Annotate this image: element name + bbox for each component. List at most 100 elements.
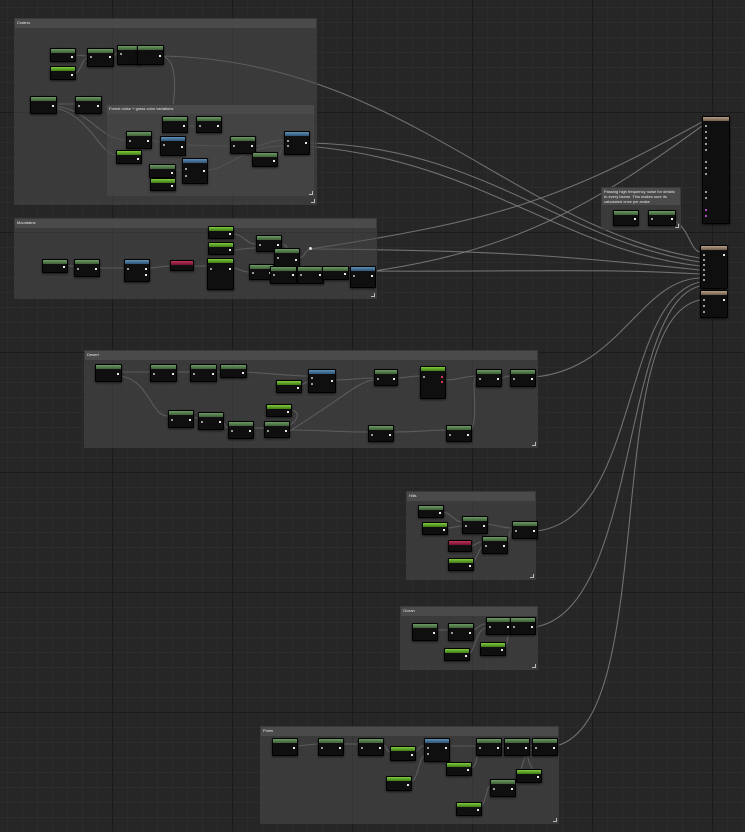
graph-node[interactable] xyxy=(422,522,448,535)
output-pin[interactable] xyxy=(501,649,503,651)
output-pin[interactable] xyxy=(441,376,443,378)
graph-node[interactable] xyxy=(480,642,506,656)
output-pin[interactable] xyxy=(97,105,99,107)
input-pin[interactable] xyxy=(427,747,429,749)
input-pin[interactable] xyxy=(90,56,92,58)
graph-node[interactable] xyxy=(50,66,76,80)
graph-node[interactable] xyxy=(486,617,512,635)
output-pin[interactable] xyxy=(305,142,307,144)
graph-node[interactable] xyxy=(386,776,412,791)
graph-node[interactable] xyxy=(390,746,416,761)
output-pin[interactable] xyxy=(145,274,147,276)
input-pin[interactable] xyxy=(703,279,705,281)
graph-node[interactable] xyxy=(274,248,300,268)
output-pin[interactable] xyxy=(411,754,413,756)
graph-node[interactable] xyxy=(137,45,164,65)
input-pin[interactable] xyxy=(479,378,481,380)
input-pin[interactable] xyxy=(705,137,707,139)
input-pin[interactable] xyxy=(449,434,451,436)
input-pin[interactable] xyxy=(489,626,491,628)
graph-node[interactable] xyxy=(182,158,208,184)
input-pin[interactable] xyxy=(705,125,707,127)
input-pin[interactable] xyxy=(153,373,155,375)
graph-node[interactable] xyxy=(266,404,292,417)
output-pin[interactable] xyxy=(344,273,346,275)
output-pin[interactable] xyxy=(393,378,395,380)
input-pin[interactable] xyxy=(705,149,707,151)
output-pin[interactable] xyxy=(52,105,54,107)
graph-node[interactable] xyxy=(418,505,444,518)
input-pin[interactable] xyxy=(171,419,173,421)
input-pin[interactable] xyxy=(493,788,495,790)
output-pin[interactable] xyxy=(95,268,97,270)
input-pin[interactable] xyxy=(423,376,425,378)
graph-node[interactable] xyxy=(30,96,57,114)
graph-node[interactable] xyxy=(150,364,177,382)
input-pin[interactable] xyxy=(535,747,537,749)
graph-node[interactable] xyxy=(504,738,530,756)
graph-node[interactable] xyxy=(648,210,676,226)
graph-node[interactable] xyxy=(512,521,538,539)
output-pin[interactable] xyxy=(407,784,409,786)
input-pin[interactable] xyxy=(78,105,80,107)
graph-node[interactable] xyxy=(207,258,234,290)
input-pin[interactable] xyxy=(507,747,509,749)
input-pin[interactable] xyxy=(267,430,269,432)
graph-node[interactable] xyxy=(42,259,68,273)
graph-node[interactable] xyxy=(276,380,302,393)
graph-node[interactable] xyxy=(50,48,76,62)
resize-handle[interactable] xyxy=(553,818,557,822)
output-pin[interactable] xyxy=(331,380,333,382)
output-pin[interactable] xyxy=(723,254,725,256)
comment-mountains[interactable]: Mountains xyxy=(14,218,377,299)
output-pin[interactable] xyxy=(497,378,499,380)
input-pin[interactable] xyxy=(287,140,289,142)
output-pin[interactable] xyxy=(287,411,289,413)
input-pin[interactable] xyxy=(703,274,705,276)
output-pin[interactable] xyxy=(109,56,111,58)
input-pin[interactable] xyxy=(300,274,302,276)
output-pin[interactable] xyxy=(671,218,673,220)
graph-node[interactable] xyxy=(424,738,450,762)
graph-node[interactable] xyxy=(516,769,542,783)
graph-node[interactable] xyxy=(297,266,324,284)
graph-node[interactable] xyxy=(368,425,394,442)
graph-node[interactable] xyxy=(220,364,247,378)
output-pin[interactable] xyxy=(503,545,505,547)
output-pin[interactable] xyxy=(389,434,391,436)
output-pin[interactable] xyxy=(433,632,435,634)
graph-node[interactable] xyxy=(228,421,254,439)
resize-handle[interactable] xyxy=(311,199,315,203)
graph-node[interactable] xyxy=(374,369,398,386)
output-pin[interactable] xyxy=(469,632,471,634)
graph-node[interactable] xyxy=(74,259,100,277)
input-pin[interactable] xyxy=(371,434,373,436)
input-pin[interactable] xyxy=(311,377,313,379)
input-pin[interactable] xyxy=(127,268,129,270)
output-pin[interactable] xyxy=(159,55,161,57)
graph-node[interactable] xyxy=(322,266,349,280)
graph-node[interactable] xyxy=(198,412,224,430)
resize-handle[interactable] xyxy=(309,191,313,195)
input-pin[interactable] xyxy=(427,753,429,755)
output-pin[interactable] xyxy=(483,525,485,527)
output-pin[interactable] xyxy=(117,373,119,375)
graph-node[interactable] xyxy=(252,152,278,167)
output-pin[interactable] xyxy=(723,299,725,301)
input-pin[interactable] xyxy=(465,525,467,527)
resize-handle[interactable] xyxy=(532,664,536,668)
output-pin[interactable] xyxy=(273,160,275,162)
input-pin[interactable] xyxy=(273,274,275,276)
graph-node[interactable] xyxy=(412,623,438,641)
output-pin[interactable] xyxy=(511,788,513,790)
output-pin[interactable] xyxy=(553,747,555,749)
graph-node[interactable] xyxy=(350,266,376,288)
graph-node[interactable] xyxy=(168,410,194,428)
output-pin[interactable] xyxy=(212,373,214,375)
output-pin[interactable] xyxy=(297,387,299,389)
output-pin[interactable] xyxy=(439,512,441,514)
output-pin[interactable] xyxy=(71,74,73,76)
input-pin[interactable] xyxy=(513,626,515,628)
output-pin[interactable] xyxy=(219,421,221,423)
input-pin[interactable] xyxy=(705,167,707,169)
